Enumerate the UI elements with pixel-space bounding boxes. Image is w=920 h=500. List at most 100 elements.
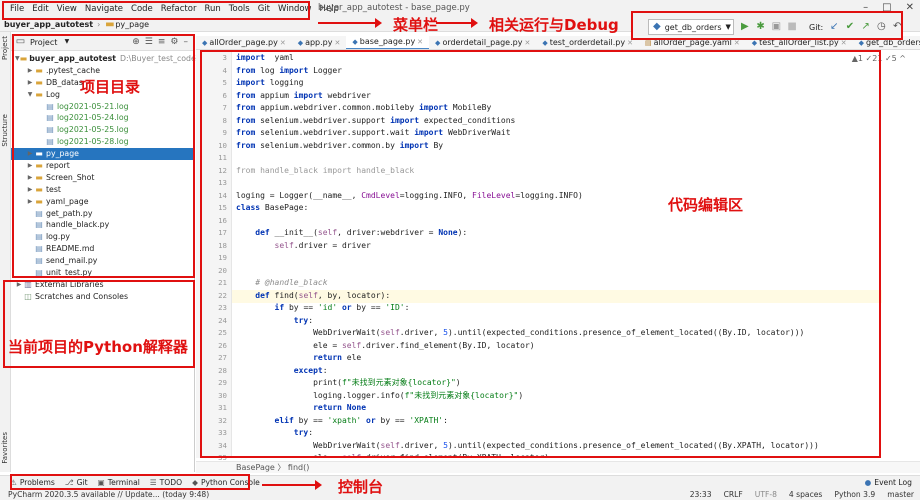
git-push-icon[interactable]: ↗ xyxy=(861,21,871,33)
git-commit-icon[interactable]: ✔ xyxy=(845,21,855,33)
coverage-icon[interactable]: ▣ xyxy=(772,21,782,33)
nav-folder[interactable]: py_page xyxy=(115,20,149,29)
code-line[interactable]: ele = self.driver.find_element(By.ID, lo… xyxy=(236,340,535,353)
close-tab-icon[interactable]: ✕ xyxy=(841,36,847,49)
tree-item[interactable]: ▶ ▬ Screen_Shot xyxy=(11,172,195,184)
editor-tab[interactable]: ◆ orderdetail_page.py ✕ xyxy=(429,36,536,49)
code-line[interactable]: from appium.webdriver.common.mobileby im… xyxy=(236,102,491,115)
expand-closed-icon[interactable]: ▶ xyxy=(26,148,34,160)
editor-tab[interactable]: ◆ allOrder_page.py ✕ xyxy=(196,36,292,49)
editor-tab[interactable]: ◆ test_orderdetail.py ✕ xyxy=(536,36,639,49)
code-line[interactable]: self.driver = driver xyxy=(236,240,371,253)
menu-refactor[interactable]: Refactor xyxy=(157,0,201,18)
line-separator[interactable]: CRLF xyxy=(724,489,743,500)
code-line[interactable]: return ele xyxy=(236,352,361,365)
code-line[interactable]: from handle_black import handle_black xyxy=(236,165,414,178)
code-line[interactable]: import yaml xyxy=(236,52,294,65)
tool-window-terminal[interactable]: ▣ Terminal xyxy=(98,478,140,487)
cursor-position[interactable]: 23:33 xyxy=(690,489,712,500)
history-icon[interactable]: ◷ xyxy=(877,21,887,33)
tree-item[interactable]: ▤ log2021-05-25.log xyxy=(11,124,195,136)
code-line[interactable]: WebDriverWait(self.driver, 5).until(expe… xyxy=(236,440,819,453)
close-icon[interactable]: ✕ xyxy=(906,2,914,13)
code-line[interactable]: from log import Logger xyxy=(236,65,342,78)
project-panel-title[interactable]: Project xyxy=(30,38,57,47)
stop-icon[interactable]: ■ xyxy=(787,21,797,33)
run-icon[interactable]: ▶ xyxy=(740,21,750,33)
tree-item[interactable]: ▤ handle_black.py xyxy=(11,219,195,231)
structure-side-tab[interactable]: Structure xyxy=(1,114,9,147)
tree-item[interactable]: ▶ ▬ .pytest_cache xyxy=(11,65,195,77)
code-line[interactable]: if by == 'id' or by == 'ID': xyxy=(236,302,410,315)
tree-item[interactable]: ▶ ▬ test xyxy=(11,184,195,196)
close-tab-icon[interactable]: ✕ xyxy=(734,36,740,49)
expand-closed-icon[interactable]: ▶ xyxy=(26,184,34,196)
editor-tab[interactable]: ◆get_db_orders.py✕ xyxy=(853,36,920,49)
editor-tab[interactable]: ◆ test_allOrder_list.py ✕ xyxy=(746,36,853,49)
gear-icon[interactable]: ⚙ xyxy=(170,37,178,47)
editor-tab[interactable]: ◆ base_page.py ✕ xyxy=(346,36,430,49)
event-log-button[interactable]: ● Event Log xyxy=(865,478,912,487)
nav-project[interactable]: buyer_app_autotest xyxy=(4,20,93,29)
code-line[interactable]: class BasePage: xyxy=(236,202,308,215)
tree-item[interactable]: ▶ ▬ py_page xyxy=(11,148,195,161)
tree-item[interactable]: ▤ get_path.py xyxy=(11,208,195,220)
locate-icon[interactable]: ⊕ xyxy=(132,37,140,47)
tree-item[interactable]: ▤ log2021-05-28.log xyxy=(11,136,195,148)
git-branch[interactable]: master xyxy=(887,489,914,500)
menu-edit[interactable]: Edit xyxy=(28,0,52,18)
code-line[interactable]: loging = Logger(__name__, CmdLevel=loggi… xyxy=(236,190,583,203)
code-editor[interactable]: import yaml from log import Logger import … xyxy=(236,50,876,458)
close-tab-icon[interactable]: ✕ xyxy=(417,36,423,49)
expand-closed-icon[interactable]: ▶ xyxy=(26,65,34,77)
collapse-all-icon[interactable]: ≡ xyxy=(158,37,166,47)
code-line[interactable]: def __init__(self, driver:webdriver = No… xyxy=(236,227,467,240)
menu-file[interactable]: File xyxy=(6,0,28,18)
close-tab-icon[interactable]: ✕ xyxy=(627,36,633,49)
file-encoding[interactable]: UTF-8 xyxy=(755,489,777,500)
menu-code[interactable]: Code xyxy=(127,0,157,18)
inspection-indicators[interactable]: ▲1 ✓21 ✓5 ^ xyxy=(852,54,906,63)
favorites-side-tab[interactable]: Favorites xyxy=(1,432,9,464)
rollback-icon[interactable]: ↶ xyxy=(892,21,902,33)
tree-item[interactable]: ▤ send_mail.py xyxy=(11,255,195,267)
code-line[interactable]: def find(self, by, locator): xyxy=(236,290,390,303)
maximize-icon[interactable]: □ xyxy=(882,2,891,13)
editor-tab[interactable]: ▤ allOrder_page.yaml ✕ xyxy=(639,36,746,49)
code-line[interactable]: import logging xyxy=(236,77,303,90)
menu-tools[interactable]: Tools xyxy=(225,0,254,18)
editor-breadcrumb[interactable]: BasePage 〉 find() xyxy=(196,461,920,473)
tool-window-todo[interactable]: ☰ TODO xyxy=(150,478,182,487)
code-line[interactable]: elif by == 'xpath' or by == 'XPATH': xyxy=(236,415,448,428)
tree-item[interactable]: ▼ ▬ buyer_app_autotest D:\Buyer_test_code\b… xyxy=(11,53,208,65)
run-config-select[interactable]: ◆ get_db_orders ▼ xyxy=(648,19,734,35)
project-side-tab[interactable]: Project xyxy=(1,36,9,60)
tool-window-git[interactable]: ⎇ Git xyxy=(65,478,88,487)
expand-closed-icon[interactable]: ▶ xyxy=(26,172,34,184)
close-tab-icon[interactable]: ✕ xyxy=(524,36,530,49)
expand-closed-icon[interactable]: ▶ xyxy=(26,77,34,89)
python-interpreter[interactable]: Python 3.9 xyxy=(834,489,875,500)
code-line[interactable]: from appium import webdriver xyxy=(236,90,371,103)
tree-item[interactable]: ▶ ▥ External Libraries xyxy=(11,279,195,291)
code-line[interactable]: try: xyxy=(236,315,313,328)
git-update-icon[interactable]: ↙ xyxy=(829,21,839,33)
code-line[interactable]: # @handle_black xyxy=(236,277,327,290)
code-line[interactable]: ele = self.driver.find_element(By.XPATH,… xyxy=(236,452,549,458)
hide-icon[interactable]: – xyxy=(184,37,189,47)
expand-closed-icon[interactable]: ▶ xyxy=(26,160,34,172)
code-line[interactable]: try: xyxy=(236,427,313,440)
code-line[interactable]: except: xyxy=(236,365,328,378)
editor-tab[interactable]: ◆ app.py ✕ xyxy=(292,36,347,49)
tree-item[interactable]: ◫ Scratches and Consoles xyxy=(11,291,195,303)
tree-item[interactable]: ▶ ▬ report xyxy=(11,160,195,172)
code-line[interactable]: from selenium.webdriver.support.wait imp… xyxy=(236,127,511,140)
expand-closed-icon[interactable]: ▶ xyxy=(15,279,23,291)
debug-icon[interactable]: ✱ xyxy=(756,21,766,33)
close-tab-icon[interactable]: ✕ xyxy=(280,36,286,49)
tree-item[interactable]: ▶ ▬ yaml_page xyxy=(11,196,195,208)
tool-window-python-console[interactable]: ◆ Python Console xyxy=(192,478,260,487)
tree-item[interactable]: ▤ log.py xyxy=(11,231,195,243)
tree-item[interactable]: ▤ README.md xyxy=(11,243,195,255)
menu-window[interactable]: Window xyxy=(274,0,316,18)
